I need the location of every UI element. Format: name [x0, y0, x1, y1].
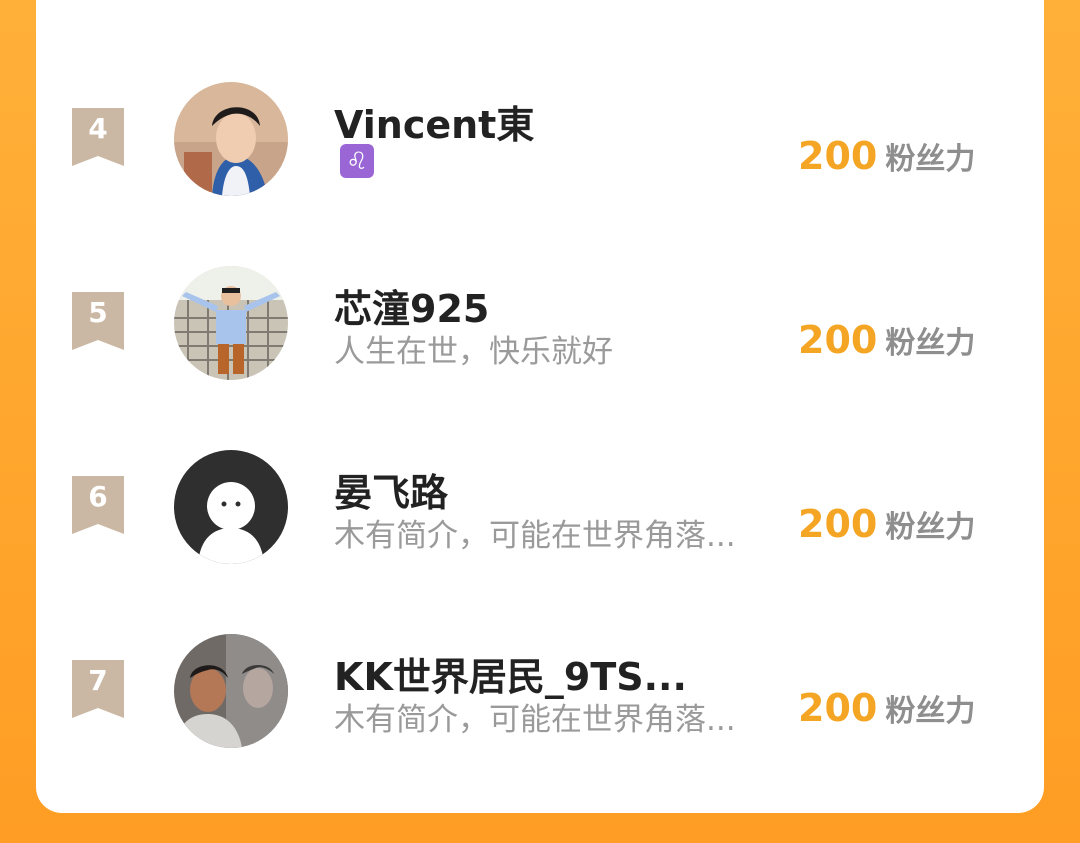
avatar[interactable]	[174, 266, 288, 380]
avatar[interactable]	[174, 82, 288, 196]
ranking-row[interactable]: 7 KK世界居民_9TS... 木有简介，可能在世界角落... 200 粉丝力	[36, 602, 1044, 786]
rank-badge: 5	[72, 292, 124, 350]
ranking-row[interactable]: 5 芯潼925 人生在世，快乐就好 200 粉丝力	[36, 234, 1044, 418]
fan-power-score: 200 粉丝力	[798, 686, 975, 730]
user-bio: 木有简介，可能在世界角落...	[334, 518, 736, 554]
ranking-card: 4 Vincent東 ♌ 200 粉丝力 5 芯潼925 人生在世，快乐就好 2…	[36, 0, 1044, 813]
fan-power-score: 200 粉丝力	[798, 318, 975, 362]
score-unit: 粉丝力	[885, 142, 976, 177]
rank-number: 5	[88, 296, 108, 329]
rank-number: 6	[88, 480, 108, 513]
score-unit: 粉丝力	[885, 510, 976, 545]
score-value: 200	[798, 686, 878, 730]
rank-badge: 4	[72, 108, 124, 166]
score-value: 200	[798, 502, 878, 546]
fan-power-score: 200 粉丝力	[798, 502, 975, 546]
rank-badge: 7	[72, 660, 124, 718]
rank-number: 4	[88, 112, 108, 145]
ranking-row[interactable]: 4 Vincent東 ♌ 200 粉丝力	[36, 50, 1044, 234]
rank-number: 7	[88, 664, 108, 697]
score-unit: 粉丝力	[885, 694, 976, 729]
user-bio: 木有简介，可能在世界角落...	[334, 702, 736, 738]
avatar[interactable]	[174, 634, 288, 748]
leo-zodiac-icon: ♌	[340, 144, 374, 178]
default-avatar-icon[interactable]	[174, 450, 288, 564]
user-name[interactable]: 晏飞路	[334, 462, 448, 517]
rank-badge: 6	[72, 476, 124, 534]
user-name[interactable]: 芯潼925	[334, 278, 489, 333]
user-name[interactable]: KK世界居民_9TS...	[334, 646, 687, 701]
fan-power-score: 200 粉丝力	[798, 134, 975, 178]
ranking-row[interactable]: 6 晏飞路 木有简介，可能在世界角落... 200 粉丝力	[36, 418, 1044, 602]
user-bio: 人生在世，快乐就好	[334, 334, 613, 370]
score-unit: 粉丝力	[885, 326, 976, 361]
score-value: 200	[798, 318, 878, 362]
score-value: 200	[798, 134, 878, 178]
user-name[interactable]: Vincent東	[334, 94, 534, 149]
